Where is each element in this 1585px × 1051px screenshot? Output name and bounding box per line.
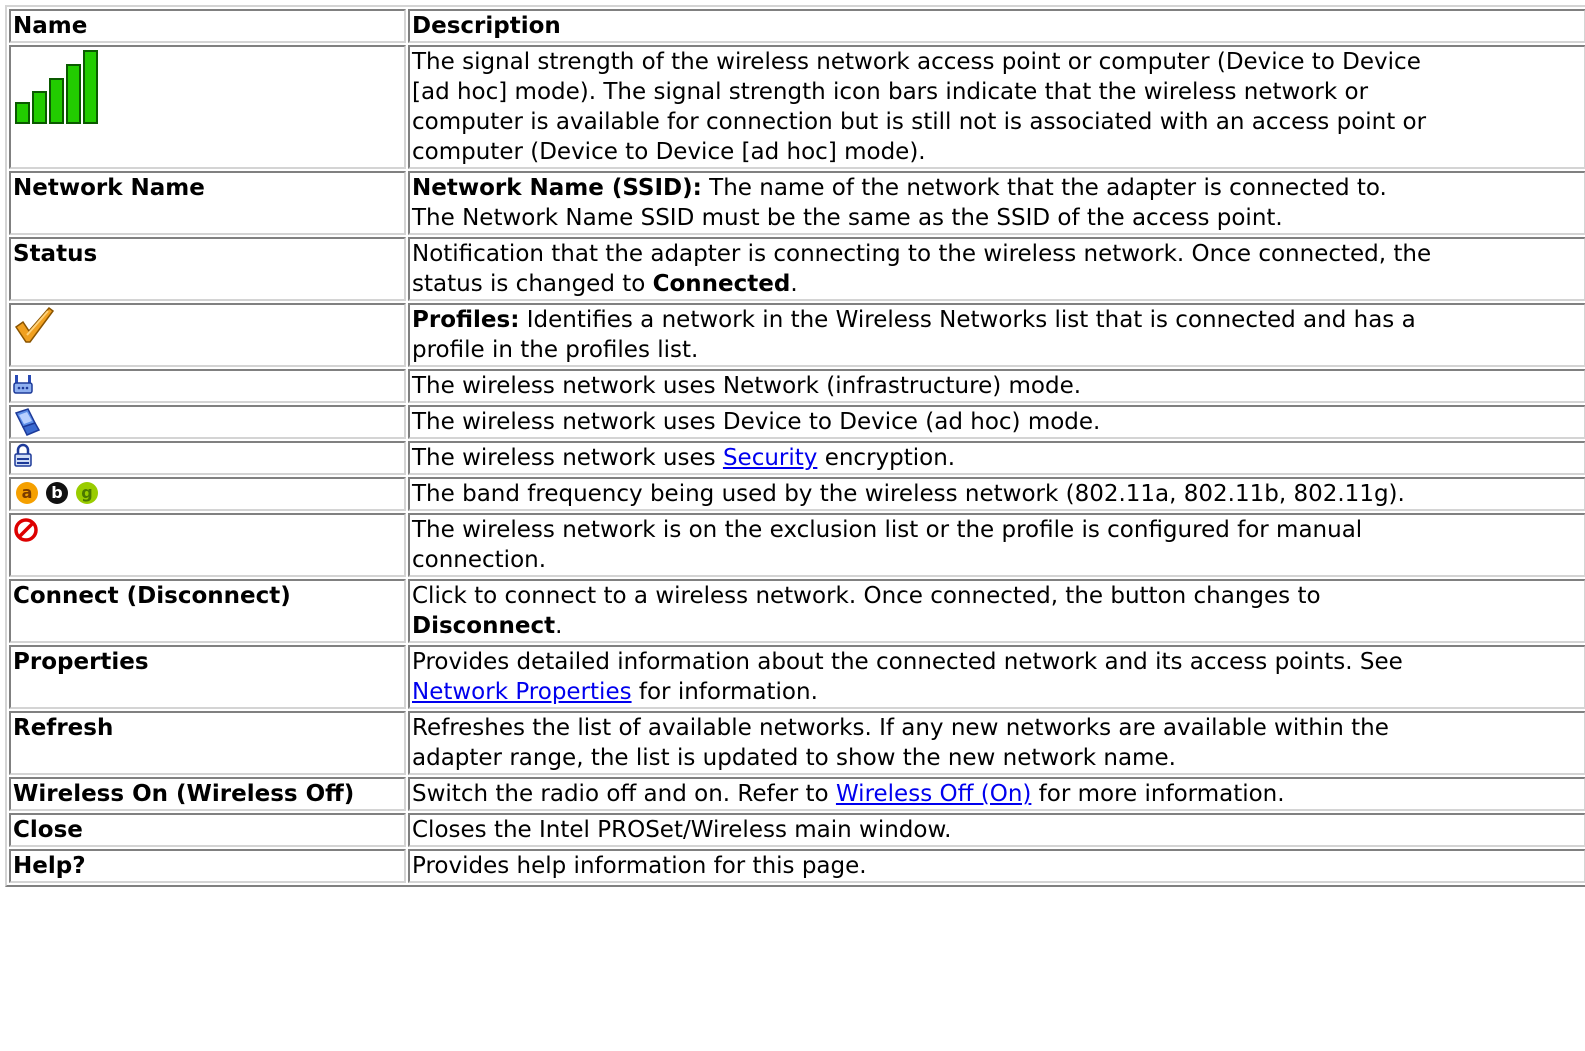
row-icon-cell: a b g [9, 477, 406, 511]
laptop-icon [13, 407, 41, 437]
description-line: [ad hoc] mode). The signal strength icon… [412, 79, 1369, 105]
row-name: Status [9, 237, 406, 301]
table-row: Status Notification that the adapter is … [9, 237, 1585, 301]
signal-strength-icon [13, 47, 105, 127]
row-name: Network Name [9, 171, 406, 235]
band-a-label: a [22, 483, 33, 502]
description-line: connection. [412, 547, 547, 573]
description-text: encryption. [817, 445, 956, 471]
row-name: Connect (Disconnect) [9, 579, 406, 643]
description-line: Provides detailed information about the … [412, 649, 1403, 675]
row-icon-cell [9, 405, 406, 439]
security-link[interactable]: Security [723, 445, 817, 471]
row-description: The band frequency being used by the wir… [408, 477, 1585, 511]
description-text: Switch the radio off and on. Refer to [412, 781, 836, 807]
row-name: Close [9, 813, 406, 847]
description-text: Identifies a network in the Wireless Net… [519, 307, 1416, 333]
description-text: . [790, 271, 798, 297]
description-line: Disconnect. [412, 611, 1582, 641]
table-row: Wireless On (Wireless Off) Switch the ra… [9, 777, 1585, 811]
description-bold: Network Name (SSID): [412, 175, 702, 201]
table-row: The wireless network uses Device to Devi… [9, 405, 1585, 439]
lock-icon [13, 443, 33, 469]
table-row: The wireless network uses Network (infra… [9, 369, 1585, 403]
row-description: The wireless network is on the exclusion… [408, 513, 1585, 577]
table-row: Close Closes the Intel PROSet/Wireless m… [9, 813, 1585, 847]
row-description: The wireless network uses Security encry… [408, 441, 1585, 475]
description-text: for information. [631, 679, 818, 705]
header-description: Description [408, 9, 1585, 43]
description-line: Profiles: Identifies a network in the Wi… [412, 305, 1582, 335]
row-name: Wireless On (Wireless Off) [9, 777, 406, 811]
row-description: Provides detailed information about the … [408, 645, 1585, 709]
description-line: adapter range, the list is updated to sh… [412, 745, 1176, 771]
row-description: Profiles: Identifies a network in the Wi… [408, 303, 1585, 367]
description-line: The signal strength of the wireless netw… [412, 49, 1421, 75]
row-description: Click to connect to a wireless network. … [408, 579, 1585, 643]
description-text: status is changed to [412, 271, 653, 297]
band-b-label: b [51, 483, 62, 502]
description-line: The Network Name SSID must be the same a… [412, 205, 1283, 231]
row-description: Closes the Intel PROSet/Wireless main wi… [408, 813, 1585, 847]
row-description: Switch the radio off and on. Refer to Wi… [408, 777, 1585, 811]
wireless-off-link[interactable]: Wireless Off (On) [836, 781, 1031, 807]
band-g-label: g [81, 483, 92, 502]
help-table: Name Description The signal strength of … [5, 5, 1585, 887]
table-row: Connect (Disconnect) Click to connect to… [9, 579, 1585, 643]
row-name: Refresh [9, 711, 406, 775]
description-bold: Connected [652, 271, 791, 297]
table-row: Profiles: Identifies a network in the Wi… [9, 303, 1585, 367]
table-row: The wireless network is on the exclusion… [9, 513, 1585, 577]
network-properties-link[interactable]: Network Properties [412, 679, 632, 705]
row-name: Help? [9, 849, 406, 883]
row-icon-cell [9, 45, 406, 169]
description-bold: Profiles: [412, 307, 520, 333]
description-line: computer is available for connection but… [412, 109, 1427, 135]
band-abg-icon: a b g [13, 479, 105, 507]
row-description: The signal strength of the wireless netw… [408, 45, 1585, 169]
description-line: computer (Device to Device [ad hoc] mode… [412, 139, 926, 165]
description-text: The wireless network uses [412, 445, 723, 471]
description-line: status is changed to Connected. [412, 269, 1582, 299]
row-description: The wireless network uses Device to Devi… [408, 405, 1585, 439]
row-description: Refreshes the list of available networks… [408, 711, 1585, 775]
table-row: The wireless network uses Security encry… [9, 441, 1585, 475]
table-row: Refresh Refreshes the list of available … [9, 711, 1585, 775]
table-row: Network Name Network Name (SSID): The na… [9, 171, 1585, 235]
description-line: Network Name (SSID): The name of the net… [412, 173, 1582, 203]
row-description: Network Name (SSID): The name of the net… [408, 171, 1585, 235]
description-line: Notification that the adapter is connect… [412, 241, 1432, 267]
row-icon-cell [9, 369, 406, 403]
access-point-icon [13, 371, 33, 397]
row-description: The wireless network uses Network (infra… [408, 369, 1585, 403]
no-entry-icon [13, 515, 39, 545]
description-text: for more information. [1031, 781, 1285, 807]
table-row: a b g The band frequency being used by t… [9, 477, 1585, 511]
header-name: Name [9, 9, 406, 43]
row-description: Provides help information for this page. [408, 849, 1585, 883]
description-bold: Disconnect [412, 613, 556, 639]
description-text: The name of the network that the adapter… [701, 175, 1387, 201]
table-row: Help? Provides help information for this… [9, 849, 1585, 883]
description-line: profile in the profiles list. [412, 337, 699, 363]
row-icon-cell [9, 303, 406, 367]
description-line: The wireless network is on the exclusion… [412, 517, 1363, 543]
description-text: . [555, 613, 563, 639]
row-icon-cell [9, 441, 406, 475]
description-line: Network Properties for information. [412, 677, 1582, 707]
description-line: Refreshes the list of available networks… [412, 715, 1389, 741]
description-line: Click to connect to a wireless network. … [412, 583, 1321, 609]
row-name: Properties [9, 645, 406, 709]
checkmark-icon [13, 305, 55, 345]
table-header-row: Name Description [9, 9, 1585, 43]
row-description: Notification that the adapter is connect… [408, 237, 1585, 301]
table-row: Properties Provides detailed information… [9, 645, 1585, 709]
row-icon-cell [9, 513, 406, 577]
table-row: The signal strength of the wireless netw… [9, 45, 1585, 169]
